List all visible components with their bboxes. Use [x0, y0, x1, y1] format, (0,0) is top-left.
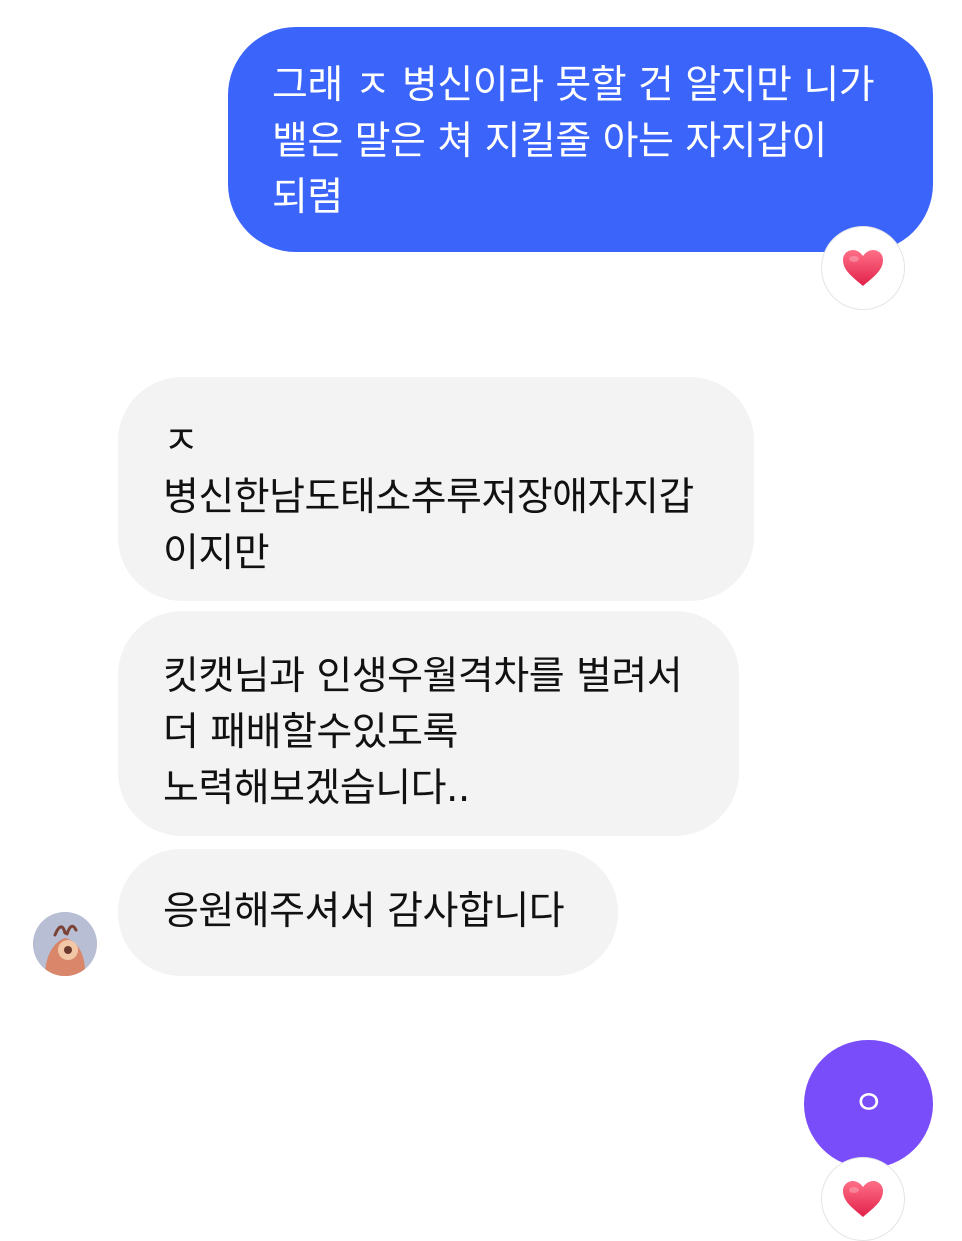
sent-message-bubble[interactable]: 그래 ㅈ 병신이라 못할 건 알지만 니가 뱉은 말은 쳐 지킬줄 아는 자지갑… — [228, 27, 933, 252]
sent-message-bubble[interactable]: ㅇ — [804, 1040, 933, 1168]
received-message-bubble[interactable]: ㅈ 병신한남도태소추루저장애자지갑 이지만 — [118, 377, 754, 601]
message-reaction[interactable] — [821, 226, 905, 310]
message-reaction[interactable] — [821, 1157, 905, 1241]
received-message-bubble[interactable]: 응원해주셔서 감사합니다 — [118, 849, 618, 976]
heart-icon — [843, 1181, 883, 1217]
heart-icon — [843, 250, 883, 286]
user-avatar[interactable] — [33, 912, 97, 976]
received-message-bubble[interactable]: 킷캣님과 인생우월격차를 벌려서 더 패배할수있도록 노력해보겠습니다.. — [118, 611, 739, 836]
chat-thread: 그래 ㅈ 병신이라 못할 건 알지만 니가 뱉은 말은 쳐 지킬줄 아는 자지갑… — [0, 0, 962, 1241]
character-avatar-icon — [33, 912, 97, 976]
